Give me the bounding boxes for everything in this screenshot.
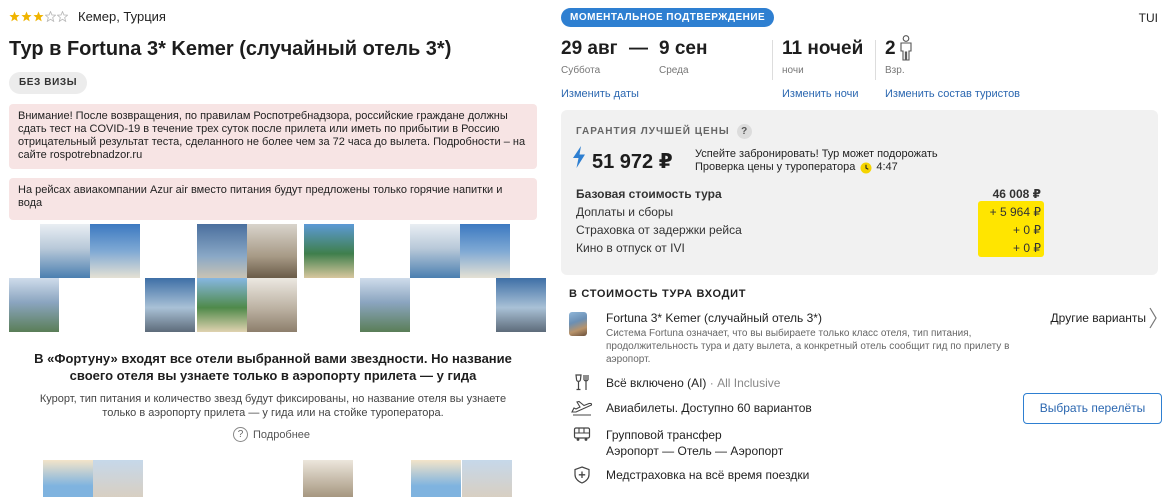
ivi-cinema-label: Кино в отпуск от IVI [576, 241, 685, 255]
star-filled-icon [9, 11, 20, 21]
nights-block: 11 ночей ночи [782, 38, 863, 76]
date-dash: — [629, 38, 648, 59]
photo-tile [247, 278, 297, 332]
bus-icon [573, 427, 591, 441]
star-empty-icon [57, 10, 68, 22]
fortuna-heading: В «Фортуну» входят все отели выбранной в… [34, 351, 512, 383]
divider [772, 40, 773, 80]
photo-tile [197, 278, 247, 332]
price-panel: ГАРАНТИЯ ЛУЧШЕЙ ЦЕНЫ ? 51 972 ₽ Успейте … [561, 110, 1158, 275]
photo-tile [145, 278, 195, 332]
fees-label: Доплаты и сборы [576, 205, 674, 219]
total-price: 51 972 ₽ [592, 151, 673, 173]
day-from: Суббота [561, 65, 601, 76]
date-dash-block: — [629, 38, 648, 60]
photo-tile [197, 224, 247, 278]
ivi-cinema-value: + 0 ₽ [1013, 241, 1041, 255]
change-tourists-link[interactable]: Изменить состав туристов [885, 88, 1020, 100]
date-from-block: 29 авг Суббота [561, 38, 618, 76]
photo-tile [43, 460, 93, 497]
fees-value: + 5 964 ₽ [989, 205, 1041, 219]
star-filled-icon [33, 11, 44, 21]
hotel-thumbnail [569, 312, 587, 336]
left-column: Кемер, Турция Тур в Fortuna 3* Kemer (сл… [0, 0, 546, 497]
choose-flights-button[interactable]: Выбрать перелёты [1023, 393, 1162, 424]
photo-tile [496, 278, 546, 332]
adults-caption: Взр. [885, 65, 905, 76]
right-column: МОМЕНТАЛЬНОЕ ПОДТВЕРЖДЕНИЕ TUI 29 авг Су… [561, 0, 1170, 497]
star-empty-icon [45, 10, 56, 22]
meal-warning: На рейсах авиакомпании Azur air вместо п… [9, 178, 537, 220]
nights-caption: ночи [782, 65, 804, 76]
divider [875, 40, 876, 80]
more-details-label: Подробнее [253, 428, 311, 441]
photo-tile [9, 278, 59, 332]
timer-value: 4:47 [876, 161, 898, 173]
date-to-block: 9 сен Среда [659, 38, 707, 76]
more-details-link[interactable]: ? Подробнее [233, 427, 310, 442]
price-check-row: Проверка цены у туроператора 4:47 [695, 161, 938, 174]
base-cost-value: 46 008 ₽ [992, 187, 1041, 201]
flights-info: Авиабилеты. Доступно 60 вариантов [606, 401, 812, 415]
timer-icon [860, 162, 872, 173]
title-hotel-name: Fortuna 3* Kemer (случайный отель 3*) [66, 38, 452, 60]
best-price-guarantee: ГАРАНТИЯ ЛУЧШЕЙ ЦЕНЫ ? [576, 124, 752, 139]
no-visa-badge: БЕЗ ВИЗЫ [9, 72, 88, 94]
photo-tile [303, 460, 353, 497]
delay-insurance-label: Страховка от задержки рейса [576, 223, 742, 237]
photo-tile [304, 224, 354, 278]
covid-warning: Внимание! После возвращения, по правилам… [9, 104, 537, 169]
included-hotel-name: Fortuna 3* Kemer (случайный отель 3*) [606, 311, 822, 325]
change-dates-link[interactable]: Изменить даты [561, 88, 639, 100]
price-check-label: Проверка цены у туроператора [695, 161, 856, 173]
photo-tile [462, 460, 512, 497]
photo-tile [411, 460, 461, 497]
hotel-rating-row: Кемер, Турция [9, 8, 166, 24]
nights-count: 11 ночей [782, 38, 864, 59]
transfer-type: Групповой трансфер [606, 428, 722, 442]
day-to: Среда [659, 65, 689, 76]
hotel-photo-mosaic [0, 224, 546, 332]
other-variants-link[interactable]: Другие варианты [1051, 311, 1146, 325]
guarantee-label: ГАРАНТИЯ ЛУЧШЕЙ ЦЕНЫ [576, 126, 730, 137]
star-filled-icon [21, 11, 32, 21]
chevron-right-icon[interactable] [1149, 306, 1157, 330]
fortuna-description: Курорт, тип питания и количество звезд б… [39, 393, 507, 419]
change-nights-link[interactable]: Изменить ночи [782, 88, 859, 100]
meal-plan-name: Всё включено (AI) [606, 376, 707, 390]
tour-operator: TUI [1138, 11, 1158, 25]
photo-tile [90, 224, 140, 278]
photo-tile [410, 224, 460, 278]
date-to: 9 сен [659, 38, 708, 59]
photo-tile [247, 224, 297, 278]
hotel-photo-mosaic-bottom [0, 460, 546, 497]
photo-tile [360, 278, 410, 332]
photo-tile [93, 460, 143, 497]
page-title: Тур в Fortuna 3* Kemer (случайный отель … [9, 38, 451, 61]
person-icon [900, 35, 912, 61]
transfer-route: Аэропорт — Отель — Аэропорт [606, 444, 784, 458]
photo-tile [460, 224, 510, 278]
included-hotel-description: Система Fortuna означает, что вы выбирае… [606, 328, 1010, 365]
help-icon[interactable]: ? [736, 124, 752, 139]
date-from: 29 авг [561, 38, 618, 59]
airplane-icon [571, 400, 593, 416]
lightning-icon [573, 146, 585, 168]
title-prefix: Тур в [9, 38, 67, 60]
price-hurry-note: Успейте забронировать! Тур может подорож… [695, 148, 938, 174]
meal-glass-icon [575, 374, 589, 391]
question-icon: ? [233, 427, 248, 442]
delay-insurance-value: + 0 ₽ [1013, 223, 1041, 237]
transfer-info: Групповой трансфер Аэропорт — Отель — Аэ… [606, 427, 783, 459]
included-section-title: В СТОИМОСТЬ ТУРА ВХОДИТ [569, 288, 747, 300]
base-cost-label: Базовая стоимость тура [576, 187, 722, 201]
meal-plan: Всё включено (AI) · All Inclusive [606, 376, 780, 390]
instant-confirmation-badge: МОМЕНТАЛЬНОЕ ПОДТВЕРЖДЕНИЕ [561, 8, 775, 27]
meal-plan-alt: · All Inclusive [706, 376, 781, 390]
medical-insurance: Медстраховка на всё время поездки [606, 468, 810, 482]
photo-tile [40, 224, 90, 278]
shield-icon [574, 466, 590, 484]
hurry-line: Успейте забронировать! Тур может подорож… [695, 148, 938, 160]
hotel-location: Кемер, Турция [78, 8, 166, 24]
